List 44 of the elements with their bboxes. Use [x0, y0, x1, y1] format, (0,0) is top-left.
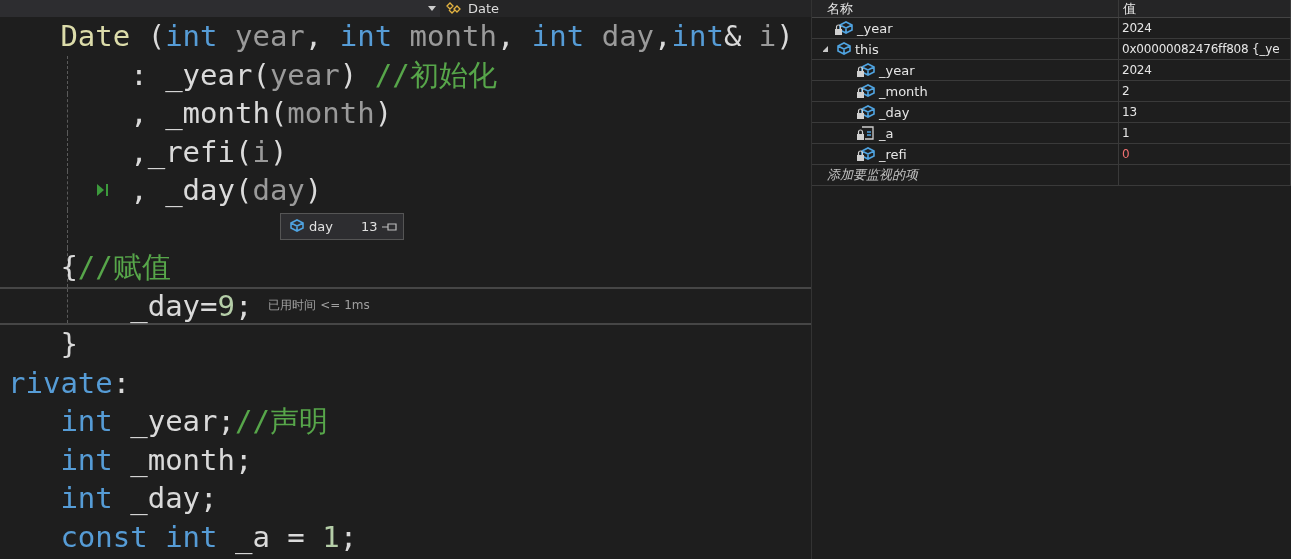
- code-line: const int _a = 1;: [59, 518, 358, 555]
- variable-value: 13: [1121, 105, 1137, 119]
- locked-field-icon: [856, 103, 876, 121]
- locked-field-icon: [856, 82, 876, 100]
- variable-value: 0x00000082476ff808 {_ye: [1121, 42, 1280, 56]
- variable-name: _day: [879, 104, 910, 120]
- locked-field-icon: [856, 61, 876, 79]
- variable-value: 2024: [1121, 21, 1152, 35]
- pin-icon[interactable]: [381, 221, 398, 232]
- variable-value: 0: [1121, 147, 1130, 161]
- datatip-name: day: [309, 219, 334, 234]
- variable-name: this: [855, 41, 879, 57]
- column-header[interactable]: 值: [1119, 0, 1136, 17]
- locked-constant-icon: [856, 124, 876, 142]
- code-line: : _year(year) //初始化: [129, 56, 497, 93]
- datatip-value: 13: [361, 219, 378, 234]
- code-line: }: [59, 326, 79, 363]
- code-line: {//赋值: [59, 249, 171, 286]
- variable-name: _year: [879, 62, 915, 78]
- code-line: _day=9;: [129, 287, 253, 324]
- variable-name: _month: [879, 83, 928, 99]
- elapsed-time-hint: 已用时间 <= 1ms: [268, 297, 370, 315]
- code-line: , _day(day): [8, 172, 323, 209]
- code-line: Date (int year, int month, int day,int& i): [59, 18, 794, 55]
- variable-value: 1: [1121, 126, 1130, 140]
- code-line: int _day;: [59, 480, 218, 517]
- variable-name: _year: [857, 20, 893, 36]
- member-dropdown[interactable]: Date: [468, 0, 500, 17]
- variable-name: _a: [879, 125, 894, 141]
- code-line: rivate:: [8, 364, 132, 401]
- collapse-triangle-icon[interactable]: [823, 45, 829, 53]
- variable-value: 2024: [1121, 63, 1152, 77]
- code-line: int _year;//声明: [59, 403, 328, 440]
- variable-name: _refi: [879, 146, 907, 162]
- locked-field-icon: [834, 19, 854, 37]
- variable-value: 2: [1121, 84, 1130, 98]
- code-line: ,_refi(i): [129, 133, 288, 170]
- code-line: int _month;: [59, 441, 253, 478]
- step-marker-icon: [96, 182, 110, 199]
- code-line: , _month(month): [129, 95, 393, 132]
- column-header[interactable]: 名称: [823, 0, 853, 17]
- add-watch-field[interactable]: 添加要监视的项: [823, 166, 918, 184]
- locked-field-icon: [856, 145, 876, 163]
- dropdown-caret-icon[interactable]: [428, 6, 436, 11]
